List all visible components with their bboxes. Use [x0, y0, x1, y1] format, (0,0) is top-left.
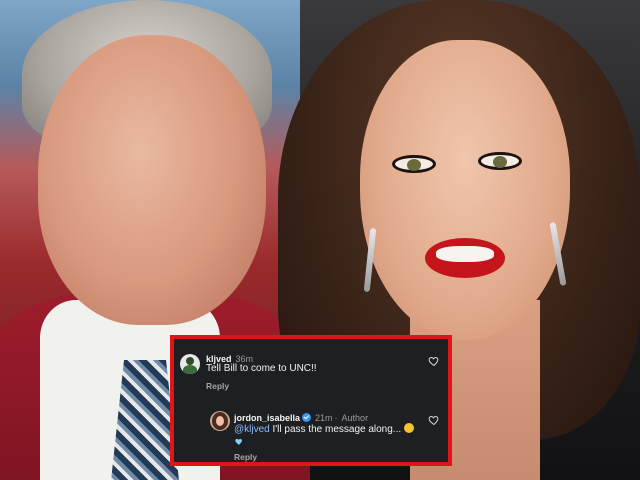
reply-username[interactable]: jordon_isabella	[234, 413, 300, 423]
kljved-avatar[interactable]	[180, 354, 200, 374]
heart-outline-icon[interactable]	[428, 414, 440, 426]
reply-button[interactable]: Reply	[234, 452, 257, 462]
comment-text: Tell Bill to come to UNC!!	[206, 363, 317, 374]
woman-left-eye	[392, 155, 436, 173]
man-face	[38, 35, 266, 325]
reply-button[interactable]: Reply	[206, 381, 229, 391]
verified-badge-icon	[302, 413, 312, 422]
woman-right-eye	[478, 152, 522, 170]
comment-thread-card: kljved 36m Tell Bill to come to UNC!! Rep…	[170, 335, 452, 466]
author-tag: Author	[341, 413, 369, 423]
jordon-isabella-avatar[interactable]	[210, 411, 230, 431]
reply-time: 21m	[315, 413, 333, 423]
mention-link[interactable]: @kljved	[234, 424, 270, 435]
blue-heart-emoji-icon	[235, 438, 242, 445]
heart-outline-icon[interactable]	[428, 355, 440, 367]
woman-face	[360, 40, 570, 340]
woman-smile	[436, 246, 494, 262]
reply-message: I'll pass the message along...	[269, 424, 402, 435]
reply-text: @kljved I'll pass the message along...	[234, 423, 415, 435]
smile-emoji-icon	[404, 423, 415, 433]
